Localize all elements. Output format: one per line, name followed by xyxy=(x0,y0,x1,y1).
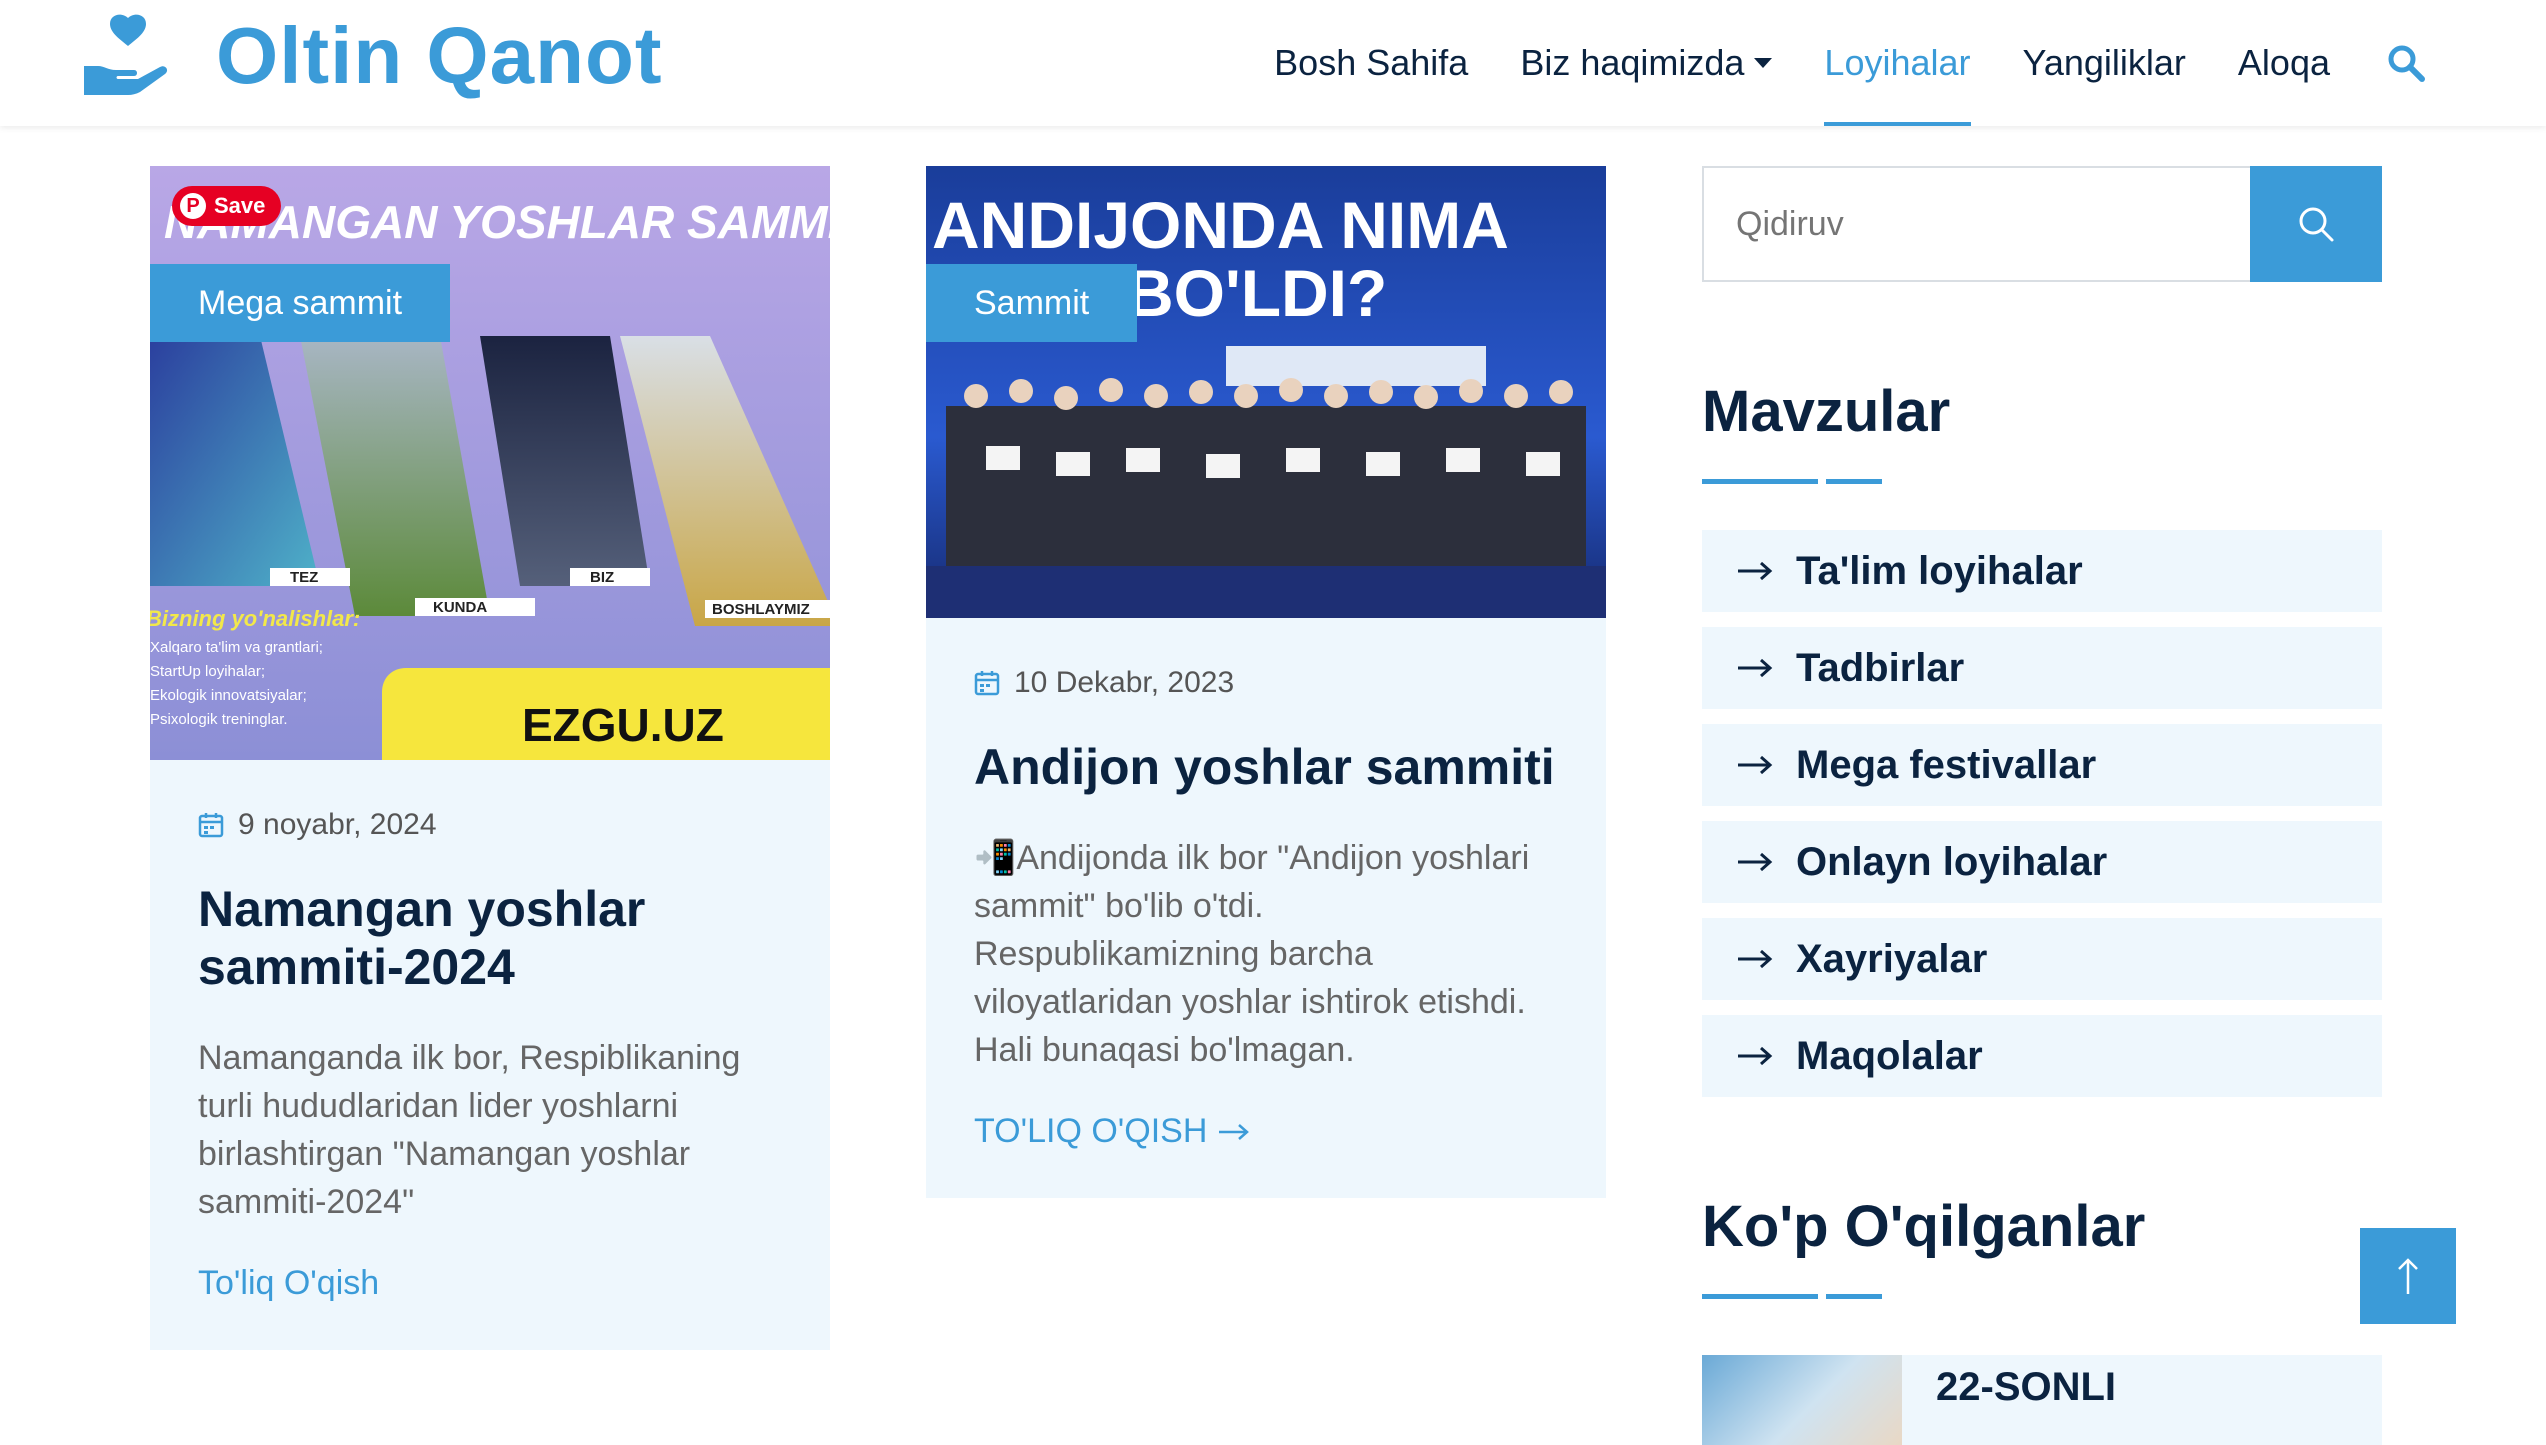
topic-item[interactable]: Xayriyalar xyxy=(1702,918,2382,1000)
topic-item[interactable]: Ta'lim loyihalar xyxy=(1702,530,2382,612)
sidebar: Mavzular Ta'lim loyihalar Tadbirlar Mega… xyxy=(1702,166,2382,1445)
topic-label: Mega festivallar xyxy=(1796,742,2097,787)
image-site: EZGU.UZ xyxy=(522,699,724,751)
topics-list: Ta'lim loyihalar Tadbirlar Mega festival… xyxy=(1702,530,2382,1097)
nav-about[interactable]: Biz haqimizda xyxy=(1520,0,1773,126)
topic-label: Maqolalar xyxy=(1796,1033,1983,1078)
post-image: TEZ KUNDA BIZ BOSHLAYMIZ NAMANGAN YOSHLA… xyxy=(150,166,830,760)
save-label: Save xyxy=(214,193,266,218)
topic-label: Tadbirlar xyxy=(1796,645,1965,690)
post-body: 10 Dekabr, 2023 Andijon yoshlar sammiti … xyxy=(974,666,1558,1151)
post-excerpt: 📲Andijonda ilk bor "Andijon yoshlari sam… xyxy=(974,839,1530,1069)
topic-item[interactable]: Onlayn loyihalar xyxy=(1702,821,2382,903)
main-menu: Bosh Sahifa Biz haqimizda Loyihalar Yang… xyxy=(1222,0,2426,126)
nav-contact[interactable]: Aloqa xyxy=(2238,0,2330,126)
post-body: 9 noyabr, 2024 Namangan yoshlar sammiti-… xyxy=(198,808,782,1303)
image-list-4: Psixologik treninglar. xyxy=(150,711,288,728)
arrow-up-icon xyxy=(2398,1258,2418,1294)
post-title[interactable]: Andijon yoshlar sammiti xyxy=(974,738,1558,796)
arrow-right-icon xyxy=(1219,1123,1250,1140)
brand-name: Oltin Qanot xyxy=(216,11,663,100)
image-label-boshlaymiz: BOSHLAYMIZ xyxy=(712,601,810,618)
heading-underline xyxy=(1702,479,2382,484)
popular-post-thumbnail xyxy=(1702,1355,1902,1445)
nav-home[interactable]: Bosh Sahifa xyxy=(1274,0,1468,126)
read-more-link[interactable]: To'liq O'qish xyxy=(198,1264,782,1303)
arrow-right-icon xyxy=(1738,658,1773,678)
image-list-2: StartUp loyihalar; xyxy=(150,663,265,680)
pinterest-icon: P xyxy=(180,193,206,219)
nav-news[interactable]: Yangiliklar xyxy=(2023,0,2186,126)
arrow-right-icon xyxy=(1738,852,1773,872)
pinterest-save-button[interactable]: P Save xyxy=(172,186,282,226)
image-list-3: Ekologik innovatsiyalar; xyxy=(150,687,307,704)
logo[interactable]: Oltin Qanot xyxy=(80,10,663,102)
calendar-icon xyxy=(974,671,1000,696)
category-badge[interactable]: Sammit xyxy=(926,264,1138,342)
heading-underline xyxy=(1702,1294,2382,1299)
post-image: ANDIJONDA NIMA BO'LDI? xyxy=(926,166,1606,618)
image-label-kunda: KUNDA xyxy=(433,599,487,616)
topic-item[interactable]: Tadbirlar xyxy=(1702,627,2382,709)
post-date: 10 Dekabr, 2023 xyxy=(974,666,1558,700)
topic-label: Onlayn loyihalar xyxy=(1796,839,2108,884)
hand-heart-icon xyxy=(84,14,168,95)
back-to-top-button[interactable] xyxy=(2360,1228,2456,1324)
post-date-text: 9 noyabr, 2024 xyxy=(238,808,437,841)
popular-post[interactable]: 22-SONLI xyxy=(1702,1355,2382,1445)
read-more-label: TO'LIQ O'QISH xyxy=(974,1112,1208,1150)
post-card: TEZ KUNDA BIZ BOSHLAYMIZ NAMANGAN YOSHLA… xyxy=(150,166,830,1350)
topic-label: Xayriyalar xyxy=(1796,936,1988,981)
topics-heading: Mavzular xyxy=(1702,379,1951,444)
topic-label: Ta'lim loyihalar xyxy=(1796,548,2083,593)
search-button[interactable] xyxy=(2250,166,2382,282)
nav-about-label: Biz haqimizda xyxy=(1520,42,1745,83)
nav-projects[interactable]: Loyihalar xyxy=(1824,0,1971,126)
sidebar-search xyxy=(1702,166,2382,282)
arrow-right-icon xyxy=(1738,949,1773,969)
read-more-link[interactable]: TO'LIQ O'QISH xyxy=(974,1112,1558,1151)
post-card: ANDIJONDA NIMA BO'LDI? Sammit 10 Dekabr,… xyxy=(926,166,1606,1198)
popular-heading: Ko'p O'qilganlar xyxy=(1702,1194,2146,1259)
post-date-text: 10 Dekabr, 2023 xyxy=(1014,666,1235,699)
image-headline-1: ANDIJONDA NIMA xyxy=(932,188,1509,262)
post-title[interactable]: Namangan yoshlar sammiti-2024 xyxy=(198,880,782,996)
chevron-down-icon xyxy=(1754,58,1773,68)
arrow-right-icon xyxy=(1738,755,1773,775)
topic-item[interactable]: Mega festivallar xyxy=(1702,724,2382,806)
post-thumbnail[interactable]: TEZ KUNDA BIZ BOSHLAYMIZ NAMANGAN YOSHLA… xyxy=(150,166,830,760)
image-label-tez: TEZ xyxy=(290,569,318,586)
image-list-1: Xalqaro ta'lim va grantlari; xyxy=(150,639,323,656)
search-icon[interactable] xyxy=(2386,43,2426,83)
navbar: Oltin Qanot Bosh Sahifa Biz haqimizda Lo… xyxy=(0,0,2546,126)
image-subtitle: Bizning yo'nalishlar: xyxy=(150,606,360,631)
search-input[interactable] xyxy=(1704,168,2254,280)
search-icon xyxy=(2299,207,2334,242)
image-headline-2: BO'LDI? xyxy=(1126,256,1387,330)
popular-post-title: 22-SONLI xyxy=(1936,1365,2117,1409)
post-excerpt: Namanganda ilk bor, Respiblikaning turli… xyxy=(198,1039,741,1221)
arrow-right-icon xyxy=(1738,1046,1773,1066)
topic-item[interactable]: Maqolalar xyxy=(1702,1015,2382,1097)
image-label-biz: BIZ xyxy=(590,569,614,586)
post-thumbnail[interactable]: ANDIJONDA NIMA BO'LDI? Sammit xyxy=(926,166,1606,618)
category-badge[interactable]: Mega sammit xyxy=(150,264,451,342)
arrow-right-icon xyxy=(1738,561,1773,581)
calendar-icon xyxy=(198,813,224,838)
post-date: 9 noyabr, 2024 xyxy=(198,808,782,842)
